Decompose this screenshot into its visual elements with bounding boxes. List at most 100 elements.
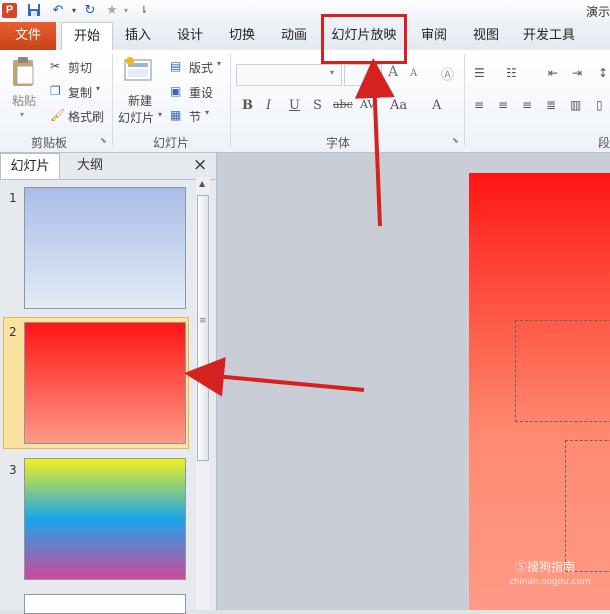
customize-toolbar-icon[interactable]: ⇂: [136, 3, 152, 19]
bullets-icon[interactable]: ☰: [474, 66, 485, 80]
tab-design[interactable]: 设计: [170, 22, 210, 50]
window-title: 演示文: [586, 5, 610, 19]
italic-button[interactable]: I: [266, 98, 271, 113]
justify-icon[interactable]: ≣: [546, 98, 556, 112]
numbering-icon[interactable]: ☷: [506, 66, 517, 80]
powerpoint-logo-icon: P: [2, 3, 17, 18]
highlight-box: [321, 14, 407, 64]
layout-icon[interactable]: ▤: [170, 59, 181, 73]
section-dropdown-icon[interactable]: ▾: [205, 108, 209, 117]
align-right-icon[interactable]: ≡: [522, 98, 532, 112]
new-slide-dropdown-icon[interactable]: ▾: [158, 110, 162, 119]
divider: [0, 179, 216, 180]
slide-thumbnail-2[interactable]: [24, 322, 186, 444]
copy-dropdown-icon[interactable]: ▾: [96, 84, 100, 93]
slide-thumbnail-1[interactable]: [24, 187, 186, 309]
scrollbar-thumb[interactable]: ≡: [197, 195, 209, 461]
section-button[interactable]: 节: [189, 108, 201, 125]
thumbnail-scrollbar[interactable]: ▲ ≡: [196, 177, 210, 610]
font-name-dropdown-icon[interactable]: ▾: [330, 68, 334, 77]
cut-button[interactable]: 剪切: [68, 59, 92, 76]
slide-thumbnail-3[interactable]: [24, 458, 186, 580]
paste-dropdown-icon[interactable]: ▾: [20, 110, 24, 119]
paste-label[interactable]: 粘贴: [12, 92, 36, 109]
separator: [464, 54, 465, 146]
reset-button[interactable]: 重设: [189, 84, 213, 101]
font-name-select[interactable]: [236, 64, 342, 86]
slide-number: 1: [9, 191, 17, 205]
tab-slides[interactable]: 幻灯片: [0, 153, 60, 180]
tab-review[interactable]: 审阅: [414, 22, 454, 50]
tab-developer[interactable]: 开发工具: [518, 22, 580, 50]
font-size-select[interactable]: [344, 64, 382, 86]
slide-canvas-area: Ⓢ搜狗指南 zhinan.sogou.com: [217, 153, 610, 610]
reset-icon[interactable]: ▣: [170, 84, 181, 98]
align-center-icon[interactable]: ≡: [498, 98, 508, 112]
change-case-button[interactable]: Aa: [390, 98, 407, 113]
tab-outline[interactable]: 大纲: [60, 153, 120, 179]
grip-icon: ≡: [199, 316, 207, 326]
slides-group-label: 幻灯片: [152, 136, 189, 150]
new-slide-line2[interactable]: 幻灯片: [118, 109, 154, 126]
copy-icon[interactable]: ❐: [50, 84, 61, 98]
font-launcher-icon[interactable]: ⬊: [452, 136, 459, 145]
shadow-button[interactable]: S: [313, 98, 322, 113]
star-dropdown-icon[interactable]: ▾: [118, 3, 134, 19]
grow-font-button[interactable]: A: [388, 64, 398, 80]
scissors-icon[interactable]: ✂: [50, 59, 60, 73]
separator: [112, 54, 113, 146]
format-painter-icon[interactable]: 🖌: [50, 108, 65, 122]
scroll-up-icon[interactable]: ▲: [199, 179, 205, 188]
undo-icon[interactable]: ↶: [50, 3, 66, 19]
quick-access-toolbar: P ↶ ▾ ↻ ★ ▾ ⇂ 演示文: [0, 0, 610, 23]
separator: [230, 54, 231, 146]
ribbon-home-panel: 粘贴 ▾ ✂ 剪切 ❐ 复制 ▾ 🖌 格式刷 剪贴板 ⬊ 新建 幻灯片 ▾ ▤ …: [0, 50, 610, 153]
slide-thumbnail-4[interactable]: [24, 594, 186, 614]
columns-icon[interactable]: ▯: [596, 98, 603, 112]
paragraph-group-label: 段落: [597, 136, 610, 150]
redo-icon[interactable]: ↻: [82, 3, 98, 19]
bold-button[interactable]: B: [242, 98, 253, 113]
paste-icon[interactable]: [11, 56, 37, 91]
underline-button[interactable]: U: [289, 98, 300, 113]
watermark-logo-icon: Ⓢ: [515, 560, 528, 574]
font-color-button[interactable]: A: [432, 98, 441, 113]
layout-button[interactable]: 版式: [189, 59, 213, 76]
content-placeholder[interactable]: [565, 440, 610, 572]
title-placeholder[interactable]: [515, 320, 610, 422]
clipboard-launcher-icon[interactable]: ⬊: [100, 136, 107, 145]
undo-dropdown-icon[interactable]: ▾: [66, 3, 82, 19]
watermark-brand: Ⓢ搜狗指南: [515, 560, 576, 574]
font-group-label: 字体: [325, 136, 350, 150]
slide-number: 2: [9, 325, 17, 339]
slide-number: 3: [9, 463, 17, 477]
shrink-font-button[interactable]: A: [410, 68, 417, 79]
increase-indent-icon[interactable]: ⇥: [572, 66, 582, 80]
ribbon-tabs: 文件 开始 插入 设计 切换 动画 幻灯片放映 审阅 视图 开发工具: [0, 22, 610, 51]
tab-insert[interactable]: 插入: [118, 22, 158, 50]
section-icon[interactable]: ▦: [170, 108, 181, 122]
copy-button[interactable]: 复制: [68, 84, 92, 101]
slides-pane: 幻灯片 大纲 × 1 2 3 ▲ ≡: [0, 153, 217, 614]
tab-home[interactable]: 开始: [61, 22, 113, 51]
new-slide-icon[interactable]: [124, 56, 156, 87]
char-spacing-button[interactable]: AV: [360, 98, 375, 111]
tab-animations[interactable]: 动画: [274, 22, 314, 50]
clear-format-icon[interactable]: Ⓐ: [441, 64, 454, 83]
new-slide-line1[interactable]: 新建: [128, 92, 152, 109]
tab-file[interactable]: 文件: [0, 22, 56, 50]
current-slide[interactable]: Ⓢ搜狗指南 zhinan.sogou.com: [469, 173, 610, 610]
line-spacing-icon[interactable]: ↕: [598, 66, 608, 80]
close-pane-icon[interactable]: ×: [193, 155, 207, 175]
align-left-icon[interactable]: ≡: [474, 98, 484, 112]
strikethrough-button[interactable]: abc: [333, 98, 353, 111]
clipboard-group-label: 剪贴板: [30, 136, 67, 150]
tab-transitions[interactable]: 切换: [222, 22, 262, 50]
layout-dropdown-icon[interactable]: ▾: [217, 59, 221, 68]
format-painter-button[interactable]: 格式刷: [68, 108, 104, 125]
distributed-icon[interactable]: ▥: [570, 98, 581, 112]
watermark-url: zhinan.sogou.com: [509, 577, 591, 587]
decrease-indent-icon[interactable]: ⇤: [548, 66, 558, 80]
tab-view[interactable]: 视图: [466, 22, 506, 50]
save-icon[interactable]: [26, 3, 42, 19]
